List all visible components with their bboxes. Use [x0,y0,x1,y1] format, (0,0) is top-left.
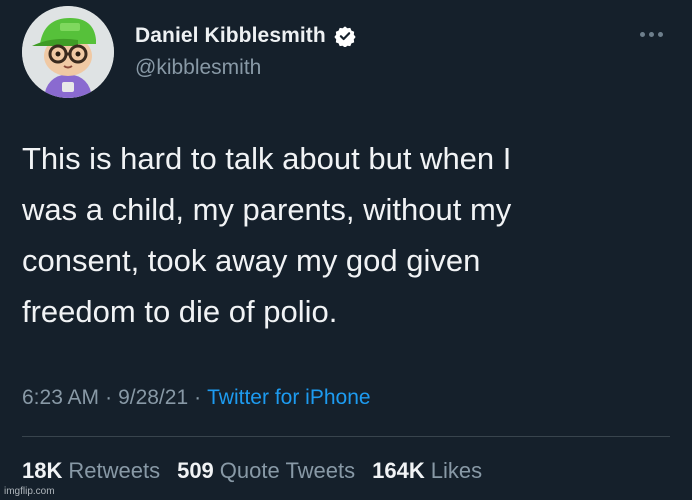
tweet-card: Daniel Kibblesmith @kibblesmith This is … [0,0,692,500]
retweets-count: 18K [22,458,63,483]
likes-count: 164K [372,458,425,483]
tweet-time[interactable]: 6:23 AM [22,386,99,410]
more-dot [658,31,663,37]
tweet-source-link[interactable]: Twitter for iPhone [207,386,370,410]
quote-tweets-label: Quote Tweets [219,458,356,483]
more-dot [649,31,654,37]
imgflip-watermark: imgflip.com [4,486,55,497]
author-handle[interactable]: @kibblesmith [135,56,261,80]
meta-separator: · [105,386,113,409]
likes-label: Likes [430,458,483,483]
more-options-icon[interactable] [640,30,666,38]
villager-avatar-icon [22,6,114,98]
more-dot [640,31,645,37]
verified-badge-icon [334,25,356,48]
quote-tweets-count: 509 [177,458,214,483]
tweet-date[interactable]: 9/28/21 [118,386,188,410]
author-avatar[interactable] [22,6,114,98]
tweet-meta: 6:23 AM · 9/28/21 · Twitter for iPhone [22,386,371,410]
author-display-name[interactable]: Daniel Kibblesmith [135,24,326,48]
quote-tweets-stat[interactable]: 509 Quote Tweets [177,458,355,484]
engagement-stats: 18K Retweets 509 Quote Tweets 164K Likes [22,458,499,484]
stats-divider [22,436,670,437]
author-name-row[interactable]: Daniel Kibblesmith [135,24,356,48]
tweet-text: This is hard to talk about but when I wa… [22,141,512,329]
retweets-stat[interactable]: 18K Retweets [22,458,160,484]
retweets-label: Retweets [68,458,161,483]
likes-stat[interactable]: 164K Likes [372,458,482,484]
meta-separator: · [194,386,202,409]
